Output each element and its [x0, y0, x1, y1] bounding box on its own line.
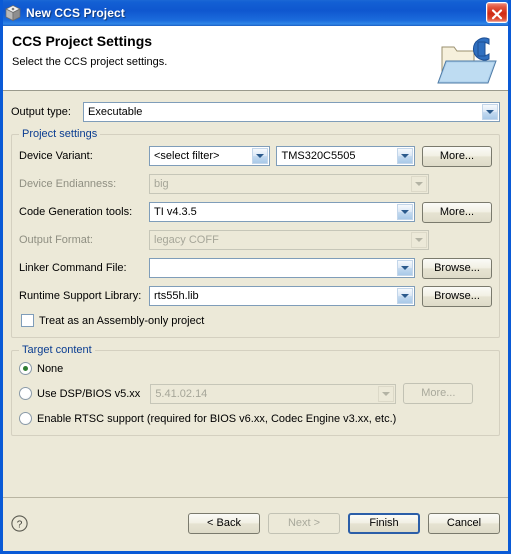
- output-type-select[interactable]: Executable: [83, 102, 500, 122]
- window-title: New CCS Project: [26, 6, 125, 20]
- page-subtitle: Select the CCS project settings.: [12, 56, 168, 68]
- chevron-down-icon[interactable]: [397, 148, 413, 164]
- bios-version-value: 5.41.02.14: [155, 387, 208, 400]
- cube-icon: [5, 5, 21, 22]
- target-content-group: Target content None Use DSP/BIOS v5.xx 5…: [11, 344, 500, 436]
- device-endianness-value: big: [154, 178, 169, 190]
- output-format-label: Output Format:: [19, 234, 93, 246]
- device-endianness-label: Device Endianness:: [19, 178, 117, 190]
- device-endianness-select: big: [149, 174, 429, 194]
- assembly-only-checkbox[interactable]: [21, 314, 34, 327]
- project-settings-legend: Project settings: [19, 128, 101, 140]
- target-content-option-dspbios[interactable]: Use DSP/BIOS v5.xx 5.41.02.14 More...: [19, 383, 492, 404]
- dialog-body: Output type: Executable Project settings…: [3, 91, 508, 497]
- bios-more-button: More...: [403, 383, 474, 404]
- finish-button[interactable]: Finish: [348, 512, 420, 534]
- dialog-footer: ? < Back Next > Finish Cancel: [3, 497, 508, 548]
- output-type-label: Output type:: [11, 106, 71, 118]
- linker-command-file-select[interactable]: [149, 258, 415, 278]
- code-generation-tools-select[interactable]: TI v4.3.5: [149, 202, 415, 222]
- chevron-down-icon: [378, 385, 395, 402]
- runtime-support-library-browse-button[interactable]: Browse...: [422, 285, 492, 307]
- runtime-support-library-label: Runtime Support Library:: [19, 290, 142, 302]
- code-generation-tools-value: TI v4.3.5: [154, 206, 197, 218]
- chevron-down-icon: [411, 176, 427, 192]
- radio-none-label: None: [37, 362, 64, 375]
- code-generation-tools-row: Code Generation tools: TI v4.3.5 More...: [19, 201, 492, 223]
- chevron-down-icon[interactable]: [397, 260, 413, 276]
- help-icon[interactable]: ?: [11, 514, 28, 532]
- device-filter-value: <select filter>: [154, 150, 220, 162]
- title-bar: New CCS Project: [3, 0, 508, 26]
- code-generation-tools-more-button[interactable]: More...: [422, 201, 492, 223]
- project-settings-group: Project settings Device Variant: <select…: [11, 128, 500, 338]
- chevron-down-icon[interactable]: [252, 148, 269, 164]
- close-icon[interactable]: [486, 2, 508, 23]
- device-endianness-row: Device Endianness: big: [19, 174, 492, 194]
- output-format-select: legacy COFF: [149, 230, 429, 250]
- runtime-support-library-select[interactable]: rts55h.lib: [149, 286, 415, 306]
- radio-rtsc[interactable]: [19, 412, 32, 425]
- chevron-down-icon[interactable]: [482, 104, 498, 120]
- linker-command-file-browse-button[interactable]: Browse...: [422, 257, 492, 279]
- radio-dspbios-label: Use DSP/BIOS v5.xx: [37, 387, 141, 400]
- svg-text:?: ?: [17, 519, 23, 530]
- runtime-support-library-row: Runtime Support Library: rts55h.lib Brow…: [19, 285, 492, 307]
- device-variant-label: Device Variant:: [19, 150, 93, 162]
- wizard-header: CCS Project Settings Select the CCS proj…: [3, 26, 508, 91]
- device-variant-more-button[interactable]: More...: [422, 145, 492, 167]
- runtime-support-library-value: rts55h.lib: [154, 290, 199, 302]
- back-button[interactable]: < Back: [188, 512, 260, 534]
- chevron-down-icon[interactable]: [397, 204, 413, 220]
- output-format-row: Output Format: legacy COFF: [19, 230, 492, 250]
- page-title: CCS Project Settings: [12, 33, 153, 49]
- linker-command-file-label: Linker Command File:: [19, 262, 127, 274]
- output-type-row: Output type: Executable: [11, 102, 500, 122]
- chevron-down-icon: [411, 232, 427, 248]
- output-format-value: legacy COFF: [154, 234, 219, 246]
- new-ccs-project-dialog: New CCS Project CCS Project Settings Sel…: [0, 0, 511, 554]
- radio-dspbios[interactable]: [19, 387, 32, 400]
- assembly-only-label: Treat as an Assembly-only project: [39, 314, 205, 327]
- next-button: Next >: [268, 512, 340, 534]
- target-content-legend: Target content: [19, 344, 95, 356]
- device-variant-select[interactable]: TMS320C5505: [276, 146, 415, 166]
- ccs-folder-icon: [437, 37, 497, 84]
- device-filter-select[interactable]: <select filter>: [149, 146, 271, 166]
- bios-version-select: 5.41.02.14: [150, 383, 397, 404]
- linker-command-file-row: Linker Command File: Browse...: [19, 257, 492, 279]
- code-generation-tools-label: Code Generation tools:: [19, 206, 133, 218]
- footer-button-group: < Back Next > Finish Cancel: [188, 512, 500, 534]
- radio-rtsc-label: Enable RTSC support (required for BIOS v…: [37, 412, 397, 425]
- target-content-option-rtsc[interactable]: Enable RTSC support (required for BIOS v…: [19, 412, 492, 425]
- assembly-only-row[interactable]: Treat as an Assembly-only project: [21, 314, 492, 327]
- device-variant-value: TMS320C5505: [281, 150, 356, 162]
- chevron-down-icon[interactable]: [397, 288, 413, 304]
- output-type-value: Executable: [88, 106, 143, 118]
- cancel-button[interactable]: Cancel: [428, 512, 500, 534]
- radio-none[interactable]: [19, 362, 32, 375]
- device-variant-row: Device Variant: <select filter> TMS320C5…: [19, 145, 492, 167]
- target-content-option-none[interactable]: None: [19, 362, 492, 375]
